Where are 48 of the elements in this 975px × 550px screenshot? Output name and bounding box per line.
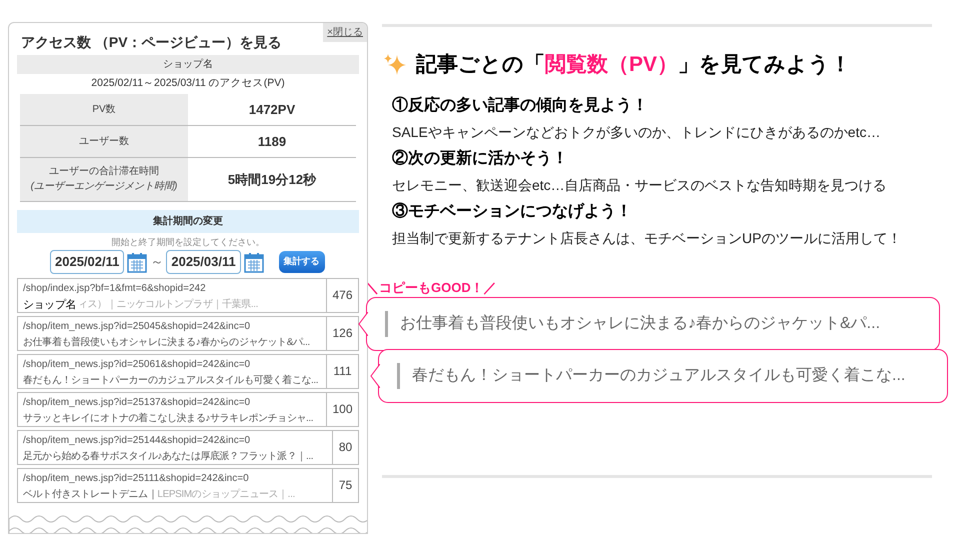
copy-label: ＼コピーもGOOD！／ [366, 278, 498, 296]
page-view-count: 80 [333, 430, 359, 465]
start-date-field[interactable]: 2025/02/11 [50, 250, 124, 274]
close-link[interactable]: ×閉じる [323, 23, 367, 42]
stat-value: 1189 [256, 132, 288, 150]
section-heading: ②次の更新に活かそう！ [392, 148, 569, 168]
page-title: サラッとキレイにオトナの着こなし決まる♪サラキレポンチョシャ... [23, 412, 314, 426]
stat-label: ユーザーの合計滞在時間 [49, 164, 159, 180]
shop-name-bar: ショップ名 [17, 55, 359, 74]
section-heading: ①反応の多い記事の傾向を見よう！ [392, 95, 649, 116]
section-heading: ③モチベーションにつなげよう！ [392, 202, 633, 222]
page-view-count: 476 [327, 278, 359, 313]
panel-title: アクセス数 （PV：ページビュー）を見る [20, 33, 282, 51]
section-text: SALEやキャンペーンなどおトクが多いのか、トレンドにひきがあるのかetc… [392, 122, 882, 142]
page-url: /shop/item_news.jsp?id=25144&shopid=242&inc=0 [23, 434, 252, 448]
range-separator: ～ [150, 253, 164, 272]
stat-label: PV数 [92, 102, 116, 117]
page-url: /shop/item_news.jsp?id=25137&shopid=242&inc=0 [23, 396, 252, 410]
page-title: お仕事着も普段使いもオシャレに決まる♪春からのジャケット&パ... [23, 336, 310, 350]
page-view-count: 126 [327, 316, 359, 351]
page-url: /shop/item_news.jsp?id=25045&shopid=242&inc=0 [23, 320, 252, 334]
stat-value: 5時間19分12秒 [226, 170, 318, 188]
page-title: 足元から始める春サボスタイル♪あなたは厚底派？フラット派？｜... [23, 450, 314, 464]
faded-title: LEPSIMのショップニュース｜... [157, 488, 295, 502]
faded-title: ィス）｜ニッケコルトンプラザ｜千葉県... [78, 298, 258, 312]
aggregate-button[interactable]: 集計する [278, 251, 325, 273]
stat-value: 1472PV [248, 100, 296, 118]
calendar-icon[interactable] [244, 252, 264, 272]
article-heading: 記事ごとの「閲覧数（PV）」を見てみよう！ [416, 52, 852, 78]
page-url: /shop/index.jsp?bf=1&fmt=6&shopid=242 [23, 282, 207, 296]
calendar-icon[interactable] [127, 252, 148, 272]
period-caption: 2025/02/11～2025/03/11 のアクセス(PV) [90, 76, 286, 91]
period-hint: 開始と終了期間を設定してください。 [110, 236, 266, 249]
section-text: 担当制で更新するテナント店長さんは、モチベーションUPのツールに活用して！ [392, 228, 902, 248]
stat-sublabel: (ユーザーエンゲージメント時間) [30, 180, 178, 194]
quoted-title: 春だもん！ショートパーカーのカジュアルスタイルも可愛く着こな... [397, 363, 906, 389]
stat-label: ユーザー数 [79, 134, 129, 149]
end-date-field[interactable]: 2025/03/11 [166, 250, 241, 274]
page-view-count: 75 [333, 468, 359, 503]
page-url: /shop/item_news.jsp?id=25061&shopid=242&inc=0 [23, 358, 252, 372]
page-title: ベルト付きストレートデニム｜ [23, 488, 158, 502]
period-change-bar: 集計期間の変更 [17, 210, 359, 233]
quoted-title: お仕事着も普段使いもオシャレに決まる♪春からのジャケット&パ... [385, 311, 880, 337]
page-view-count: 111 [327, 354, 359, 389]
page-url: /shop/item_news.jsp?id=25111&shopid=242&inc=0 [23, 472, 250, 486]
page-title: 春だもん！ショートパーカーのカジュアルスタイルも可愛く着こな... [23, 374, 318, 388]
page-view-count: 100 [327, 392, 359, 427]
section-text: セレモニー、歓送迎会etc…自店商品・サービスのベストな告知時期を見つける [392, 176, 888, 194]
